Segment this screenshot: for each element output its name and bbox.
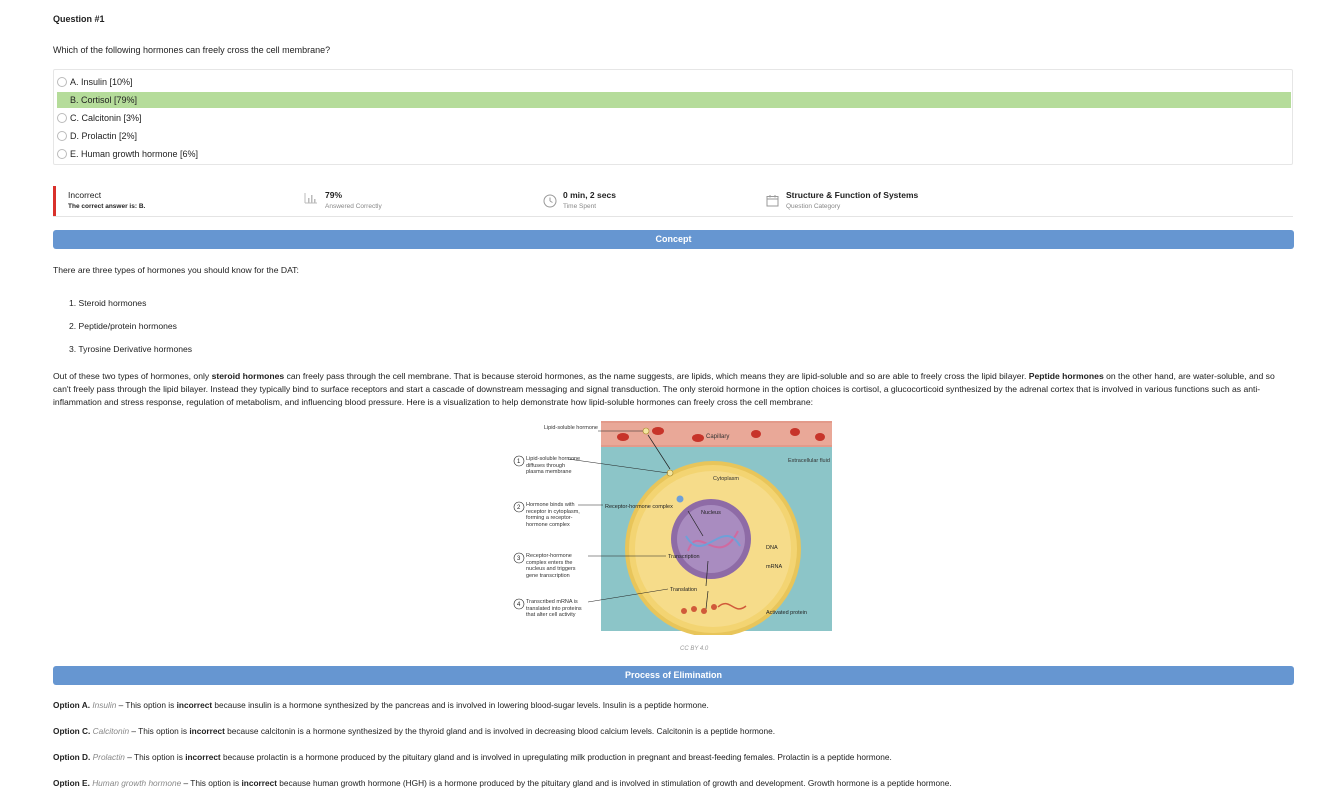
extracellular-label: Extracellular fluid: [788, 458, 830, 464]
option-label: E. Human growth hormone [6%]: [70, 149, 199, 159]
step3-label: Receptor-hormone complex enters the nucl…: [526, 553, 576, 579]
list-item: 1. Steroid hormones: [69, 298, 147, 308]
option-label: D. Prolactin [2%]: [70, 131, 138, 141]
answer-options: A. Insulin [10%] B. Cortisol [79%] C. Ca…: [53, 69, 1293, 165]
category-label: Question Category: [786, 203, 841, 210]
capillary-label: Capillary: [706, 434, 729, 440]
option-c[interactable]: C. Calcitonin [3%]: [57, 110, 1291, 126]
time-stat: 0 min, 2 secs Time Spent: [563, 190, 616, 210]
mrna-label: mRNA: [766, 564, 783, 570]
option-e[interactable]: E. Human growth hormone [6%]: [57, 146, 1291, 162]
question-number: Question #1: [53, 14, 105, 24]
elimination-item: Option A. Insulin – This option is incor…: [53, 700, 709, 710]
incorrect-indicator: [53, 186, 56, 216]
time-label: Time Spent: [563, 203, 596, 210]
lipid-hormone-figure: Capillary Extracellular fluid Cytoplasm …: [513, 421, 832, 635]
bar-chart-icon: [304, 193, 317, 204]
option-label: C. Calcitonin [3%]: [70, 113, 142, 123]
step4-label: Transcribed mRNA is translated into prot…: [526, 599, 582, 618]
radio-icon[interactable]: [57, 131, 67, 141]
radio-icon[interactable]: [57, 113, 67, 123]
result-stat: Incorrect The correct answer is: B.: [68, 190, 145, 210]
elimination-item: Option C. Calcitonin – This option is in…: [53, 726, 776, 736]
elimination-banner: Process of Elimination: [53, 666, 1294, 685]
concept-intro: There are three types of hormones you sh…: [53, 265, 299, 275]
transcription-label: Transcription: [668, 554, 700, 560]
category-value: Structure & Function of Systems: [786, 190, 919, 200]
elimination-item: Option D. Prolactin – This option is inc…: [53, 752, 892, 762]
result-stats: Incorrect The correct answer is: B. 79% …: [53, 186, 1293, 217]
time-value: 0 min, 2 secs: [563, 190, 616, 200]
calendar-icon: [766, 195, 779, 207]
percent-label: Answered Correctly: [325, 203, 382, 210]
option-d[interactable]: D. Prolactin [2%]: [57, 128, 1291, 144]
category-stat: Structure & Function of Systems Question…: [786, 190, 918, 210]
option-label: B. Cortisol [79%]: [70, 95, 138, 105]
cytoplasm-label: Cytoplasm: [713, 476, 739, 482]
percent-value: 79%: [325, 190, 343, 200]
concept-body: Out of these two types of hormones, only…: [53, 371, 1275, 407]
list-item: 2. Peptide/protein hormones: [69, 321, 177, 331]
question-text: Which of the following hormones can free…: [53, 45, 331, 55]
nucleus-label: Nucleus: [701, 510, 721, 516]
option-a[interactable]: A. Insulin [10%]: [57, 74, 1291, 90]
option-label: A. Insulin [10%]: [70, 77, 133, 87]
step2-label: Hormone binds with receptor in cytoplasm…: [526, 502, 580, 528]
receptor-complex-label: Receptor-hormone complex: [605, 504, 673, 510]
result-label: Incorrect: [68, 190, 102, 200]
concept-banner: Concept: [53, 230, 1294, 249]
radio-icon[interactable]: [57, 149, 67, 159]
figure-credit: CC BY 4.0: [680, 646, 709, 652]
lipid-soluble-label: Lipid-soluble hormone: [543, 425, 598, 431]
correct-answer-text: The correct answer is: B.: [68, 203, 146, 210]
translation-label: Translation: [670, 587, 697, 593]
radio-icon[interactable]: [57, 77, 67, 87]
list-item: 3. Tyrosine Derivative hormones: [69, 344, 193, 354]
clock-icon: [543, 194, 557, 208]
percent-stat: 79% Answered Correctly: [325, 190, 382, 210]
option-b[interactable]: B. Cortisol [79%]: [57, 92, 1291, 108]
dna-label: DNA: [766, 545, 778, 551]
elimination-item: Option E. Human growth hormone – This op…: [53, 778, 952, 788]
step1-label: Lipid-soluble hormone diffuses through p…: [526, 456, 581, 475]
activated-protein-label: Activated protein: [766, 610, 807, 616]
